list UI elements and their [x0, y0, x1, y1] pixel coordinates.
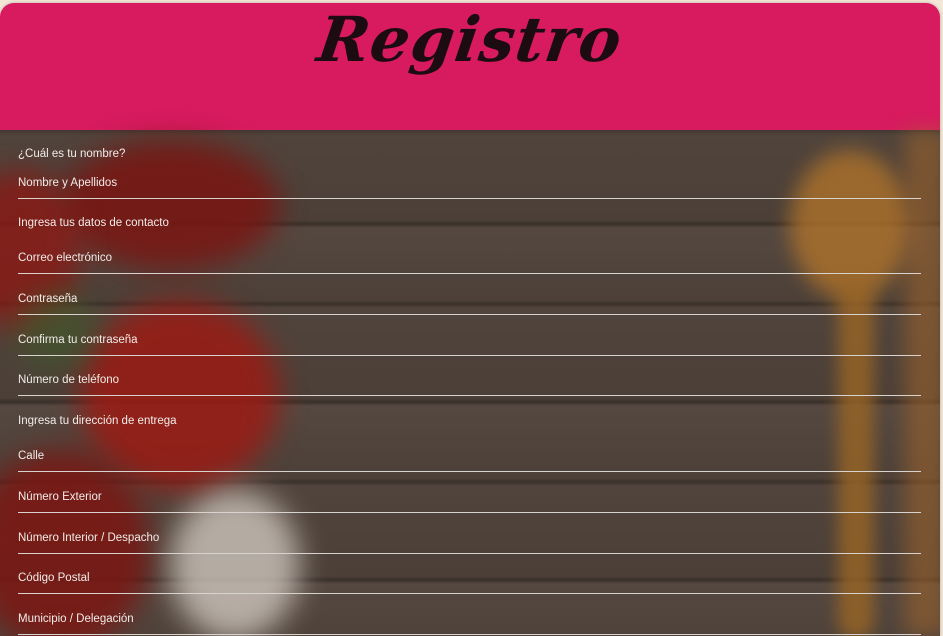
phone-field[interactable]: Número de teléfono [18, 356, 921, 396]
confirm-password-field[interactable]: Confirma tu contraseña [18, 315, 921, 356]
exterior-number-field[interactable]: Número Exterior [18, 472, 921, 513]
registration-card: Registro ¿Cuál es tu nombre? Nombre y Ap… [0, 3, 940, 636]
postal-code-field[interactable]: Código Postal [18, 554, 921, 594]
email-field[interactable]: Correo electrónico [18, 230, 921, 274]
section-spacer: Ingresa tus datos de contacto [18, 199, 921, 230]
section-spacer: Ingresa tu dirección de entrega [18, 396, 921, 428]
registration-form: ¿Cuál es tu nombre? Nombre y Apellidos I… [18, 147, 921, 635]
section-heading-contact: Ingresa tus datos de contacto [18, 217, 169, 229]
header-banner: Registro [0, 3, 940, 130]
full-name-placeholder: Nombre y Apellidos [18, 177, 118, 189]
password-field[interactable]: Contraseña [18, 274, 921, 315]
street-placeholder: Calle [18, 450, 45, 462]
section-heading-address: Ingresa tu dirección de entrega [18, 415, 177, 427]
municipality-field[interactable]: Municipio / Delegación [18, 594, 921, 635]
municipality-placeholder: Municipio / Delegación [18, 613, 134, 625]
postal-code-placeholder: Código Postal [18, 572, 90, 584]
interior-number-field[interactable]: Número Interior / Despacho [18, 513, 921, 554]
phone-placeholder: Número de teléfono [18, 374, 120, 386]
password-placeholder: Contraseña [18, 293, 78, 305]
page-title: Registro [313, 3, 627, 76]
exterior-number-placeholder: Número Exterior [18, 491, 102, 503]
full-name-field[interactable]: Nombre y Apellidos [18, 161, 921, 199]
confirm-password-placeholder: Confirma tu contraseña [18, 334, 138, 346]
interior-number-placeholder: Número Interior / Despacho [18, 532, 160, 544]
section-heading-name: ¿Cuál es tu nombre? [18, 148, 126, 160]
email-placeholder: Correo electrónico [18, 252, 112, 264]
street-field[interactable]: Calle [18, 428, 921, 472]
